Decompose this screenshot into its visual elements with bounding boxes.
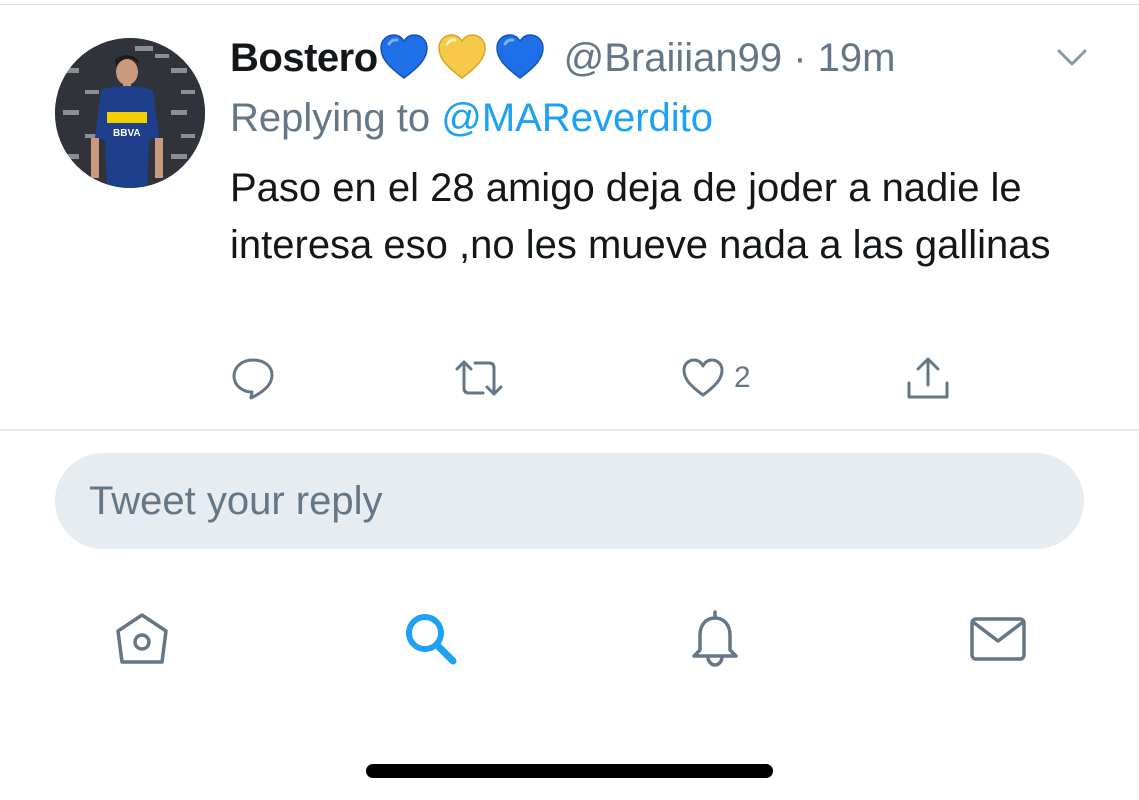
tab-search[interactable] bbox=[390, 600, 470, 680]
like-icon bbox=[680, 355, 726, 401]
retweet-button[interactable] bbox=[453, 355, 505, 401]
display-name[interactable]: Bostero bbox=[230, 36, 378, 81]
replying-to-link[interactable]: @MAReverdito bbox=[441, 96, 713, 140]
blue-heart-icon bbox=[378, 32, 430, 84]
tweet-actions: 2 bbox=[0, 355, 1139, 411]
share-icon bbox=[905, 355, 951, 401]
avatar[interactable]: BBVA bbox=[55, 38, 205, 188]
tab-notifications[interactable] bbox=[675, 600, 755, 680]
notifications-icon bbox=[685, 608, 745, 673]
bottom-tab-bar bbox=[0, 600, 1139, 680]
handle-and-timestamp: @Braiiian99 · 19m bbox=[563, 35, 896, 80]
yellow-heart-icon bbox=[436, 32, 488, 84]
home-indicator[interactable] bbox=[366, 764, 773, 778]
chevron-down-icon[interactable] bbox=[1055, 40, 1089, 74]
blue-heart-icon bbox=[494, 32, 546, 84]
tweet-header: Bostero @Braiiian99 · 19m bbox=[230, 28, 896, 88]
search-icon bbox=[400, 608, 460, 673]
reply-button[interactable] bbox=[230, 355, 276, 401]
tweet[interactable]: BBVA Bostero @Braiiian99 · 19m Replying … bbox=[0, 0, 1139, 430]
tab-messages[interactable] bbox=[958, 600, 1038, 680]
tab-home[interactable] bbox=[102, 600, 182, 680]
share-button[interactable] bbox=[905, 355, 951, 401]
reply-composer[interactable] bbox=[55, 453, 1084, 549]
replying-to-label: Replying to bbox=[230, 96, 442, 140]
avatar-jersey-text: BBVA bbox=[113, 128, 141, 139]
messages-icon bbox=[968, 608, 1028, 673]
reply-icon bbox=[230, 355, 276, 401]
like-button[interactable]: 2 bbox=[680, 355, 751, 401]
home-icon bbox=[112, 608, 172, 673]
tweet-text: Paso en el 28 amigo deja de joder a nadi… bbox=[230, 166, 1051, 267]
reply-input[interactable] bbox=[89, 478, 989, 524]
like-count: 2 bbox=[734, 361, 751, 394]
retweet-icon bbox=[453, 355, 505, 401]
replying-to-line: Replying to @MAReverdito bbox=[230, 96, 713, 141]
divider bbox=[0, 429, 1139, 431]
